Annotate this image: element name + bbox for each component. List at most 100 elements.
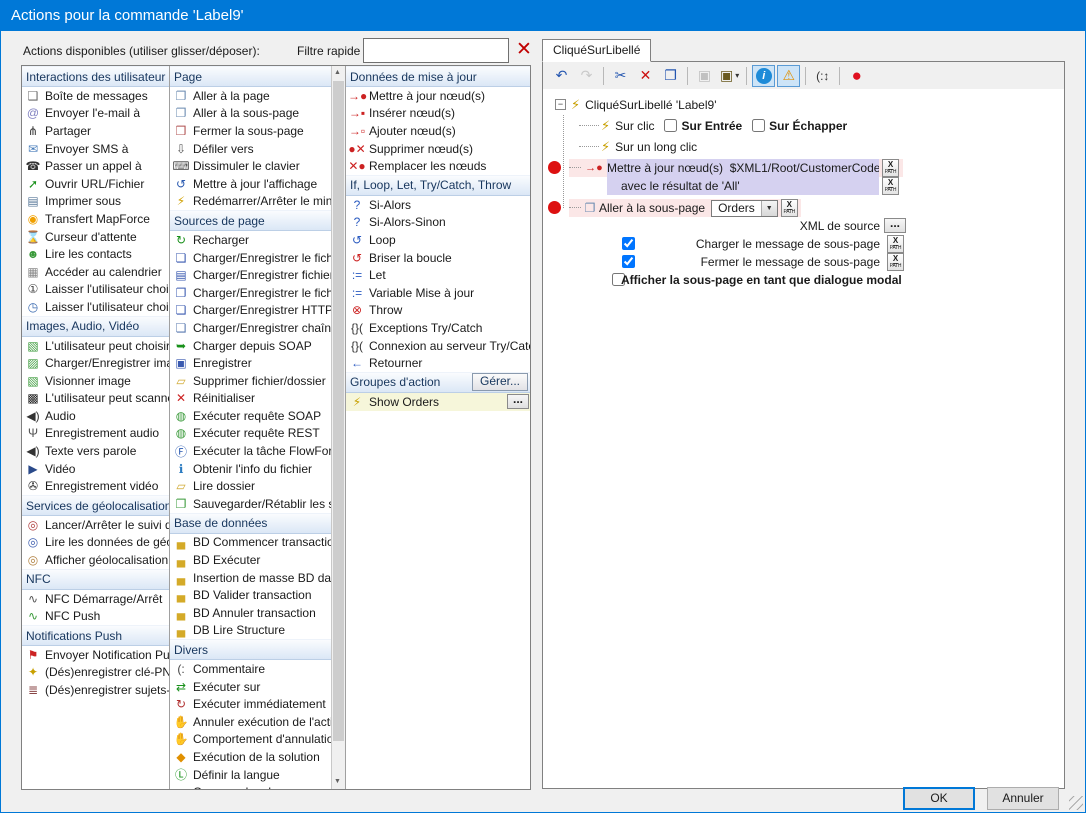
action-item[interactable]: ✕Réinitialiser	[170, 390, 331, 408]
action-item[interactable]: ❐Charger/Enregistrer le fichie	[170, 284, 331, 302]
action-item[interactable]: ◍Exécuter requête REST	[170, 425, 331, 443]
delete-icon[interactable]: ✕	[634, 65, 657, 87]
action-item[interactable]: (:Commentaire	[170, 660, 331, 678]
goto-subpage-action[interactable]: ❐ Aller à la sous-page Orders ▼ XPATH	[569, 199, 801, 217]
ok-button[interactable]: OK	[903, 787, 975, 810]
cut-icon[interactable]: ✂	[609, 65, 632, 87]
action-item[interactable]: ▄Insertion de masse BD dans	[170, 569, 331, 587]
redo-icon[interactable]: ↷	[575, 65, 598, 87]
action-item[interactable]: ▤Imprimer sous	[22, 193, 169, 211]
action-item[interactable]: ⌨Dissimuler le clavier	[170, 157, 331, 175]
action-item[interactable]: ✕●Remplacer les nœuds	[346, 157, 531, 175]
action-item[interactable]: ①Laisser l'utilisateur chois	[22, 281, 169, 299]
action-item[interactable]: ↻Exécuter immédiatement	[170, 695, 331, 713]
cancel-button[interactable]: Annuler	[987, 787, 1059, 810]
action-item[interactable]: ⓁDéfinir la langue	[170, 766, 331, 784]
action-item[interactable]: ▱Supprimer fichier/dossier	[170, 372, 331, 390]
xpath-button[interactable]: XPATH	[781, 199, 798, 217]
action-item[interactable]: ▄BD Annuler transaction	[170, 604, 331, 622]
paste-special-icon[interactable]: ▣▾	[718, 65, 741, 87]
action-group-edit-button[interactable]: ...	[507, 394, 529, 409]
collapse-icon[interactable]: −	[555, 99, 566, 110]
info-toggle-icon[interactable]: i	[752, 65, 775, 87]
action-item[interactable]: ↻Recharger	[170, 231, 331, 249]
scroll-down-icon[interactable]: ▼	[332, 775, 343, 789]
action-item[interactable]: ✋Annuler exécution de l'actio	[170, 713, 331, 731]
action-item[interactable]: ❐Aller à la page	[170, 87, 331, 105]
action-item[interactable]: ❐Aller à la sous-page	[170, 105, 331, 123]
action-item[interactable]: ΨEnregistrement audio	[22, 425, 169, 443]
scroll-up-icon[interactable]: ▲	[332, 66, 343, 80]
action-item[interactable]: ❏Charger/Enregistrer le fichie	[170, 249, 331, 267]
action-item[interactable]: ∿NFC Démarrage/Arrêt	[22, 590, 169, 608]
on-enter-checkbox[interactable]	[664, 119, 677, 132]
action-item[interactable]: ▨Charger/Enregistrer imag	[22, 354, 169, 372]
action-item[interactable]: ↺Loop	[346, 231, 531, 249]
action-item[interactable]: ◎Lancer/Arrêter le suivi de	[22, 516, 169, 534]
xpath-button[interactable]: XPATH	[887, 253, 904, 271]
breakpoint-dot[interactable]	[548, 161, 561, 174]
action-item[interactable]: ⒻExécuter la tâche FlowForce	[170, 442, 331, 460]
action-item[interactable]: :=Variable Mise à jour	[346, 284, 531, 302]
load-subpage-checkbox[interactable]	[622, 237, 635, 250]
action-item[interactable]: ▄BD Commencer transaction	[170, 534, 331, 552]
tab-cliquesurlibelle[interactable]: CliquéSurLibellé	[542, 39, 651, 62]
action-item[interactable]: ▄BD Exécuter	[170, 551, 331, 569]
undo-icon[interactable]: ↶	[550, 65, 573, 87]
action-item[interactable]: →●Mettre à jour nœud(s)	[346, 87, 531, 105]
action-item[interactable]: ▣Enregistrer	[170, 354, 331, 372]
action-item[interactable]: ❏Charger/Enregistrer chaîne	[170, 319, 331, 337]
event-row-click[interactable]: ⚡ Sur clic Sur Entrée Sur Échapper	[579, 115, 1064, 136]
action-item[interactable]: ◀)Texte vers parole	[22, 442, 169, 460]
action-item[interactable]: ⚡Redémarrer/Arrêter le minut	[170, 193, 331, 211]
action-item[interactable]: ◀)Audio	[22, 407, 169, 425]
action-item[interactable]: ▤Charger/Enregistrer fichier l	[170, 266, 331, 284]
action-item[interactable]: ◷Laisser l'utilisateur chois	[22, 298, 169, 316]
action-item[interactable]: ✇Enregistrement vidéo	[22, 477, 169, 495]
action-item[interactable]: ▧L'utilisateur peut choisir	[22, 337, 169, 355]
action-item[interactable]: :=Let	[346, 266, 531, 284]
subpage-select[interactable]: Orders ▼	[711, 200, 778, 217]
action-item[interactable]: ➚Ouvrir URL/Fichier	[22, 175, 169, 193]
quick-filter-input[interactable]	[363, 38, 509, 63]
action-item[interactable]: ▄DB Lire Structure	[170, 622, 331, 640]
action-item[interactable]: ❐Sauvegarder/Rétablir les so	[170, 495, 331, 513]
xpath-button[interactable]: XPATH	[882, 177, 899, 195]
action-item[interactable]: ✋Comportement d'annulatio	[170, 731, 331, 749]
action-item[interactable]: →▫Ajouter nœud(s)	[346, 122, 531, 140]
action-item[interactable]: ☎Passer un appel à	[22, 157, 169, 175]
scrollbar-thumb[interactable]	[333, 81, 344, 741]
action-item[interactable]: ✦(Dés)enregistrer clé-PN e	[22, 664, 169, 682]
action-item[interactable]: ▄BD Valider transaction	[170, 586, 331, 604]
action-item[interactable]: ∿NFC Push	[22, 607, 169, 625]
close-subpage-checkbox[interactable]	[622, 255, 635, 268]
action-item[interactable]: ≣(Dés)enregistrer sujets-P	[22, 681, 169, 699]
action-item[interactable]: ◎Lire les données de géo	[22, 534, 169, 552]
action-item[interactable]: ⇄Exécuter sur	[170, 678, 331, 696]
action-item[interactable]: ?Si-Alors-Sinon	[346, 214, 531, 232]
action-item[interactable]: ⌛Curseur d'attente	[22, 228, 169, 246]
action-item[interactable]: ➥Charger depuis SOAP	[170, 337, 331, 355]
action-item[interactable]: ⚡Show Orders...	[346, 393, 531, 411]
paste-icon[interactable]: ▣	[693, 65, 716, 87]
action-item[interactable]: ❏Charger/Enregistrer HTTP/F	[170, 302, 331, 320]
action-item[interactable]: ☻Lire les contacts	[22, 245, 169, 263]
action-item[interactable]: →▪Insérer nœud(s)	[346, 105, 531, 123]
action-item[interactable]: ▩L'utilisateur peut scanne	[22, 390, 169, 408]
action-item[interactable]: ⇩Défiler vers	[170, 140, 331, 158]
action-item[interactable]: ⋔Partager	[22, 122, 169, 140]
chevron-down-icon[interactable]: ▼	[761, 201, 777, 216]
action-item[interactable]: {}(Exceptions Try/Catch	[346, 319, 531, 337]
action-item[interactable]: {}(Connexion au serveur Try/Catch	[346, 337, 531, 355]
clear-filter-icon[interactable]: ✕	[513, 39, 535, 61]
action-item[interactable]: ▶Vidéo	[22, 460, 169, 478]
xpath-button[interactable]: XPATH	[887, 235, 904, 253]
action-item[interactable]: ⊗Throw	[346, 302, 531, 320]
action-item[interactable]: ✉Envoyer SMS à	[22, 140, 169, 158]
copy-icon[interactable]: ❐	[659, 65, 682, 87]
action-item[interactable]: ❑Boîte de messages	[22, 87, 169, 105]
breakpoint-dot[interactable]	[548, 201, 561, 214]
resize-grip[interactable]	[1069, 796, 1083, 810]
action-item[interactable]: ◉Transfert MapForce	[22, 210, 169, 228]
action-item[interactable]: ❒Fermer la sous-page	[170, 122, 331, 140]
